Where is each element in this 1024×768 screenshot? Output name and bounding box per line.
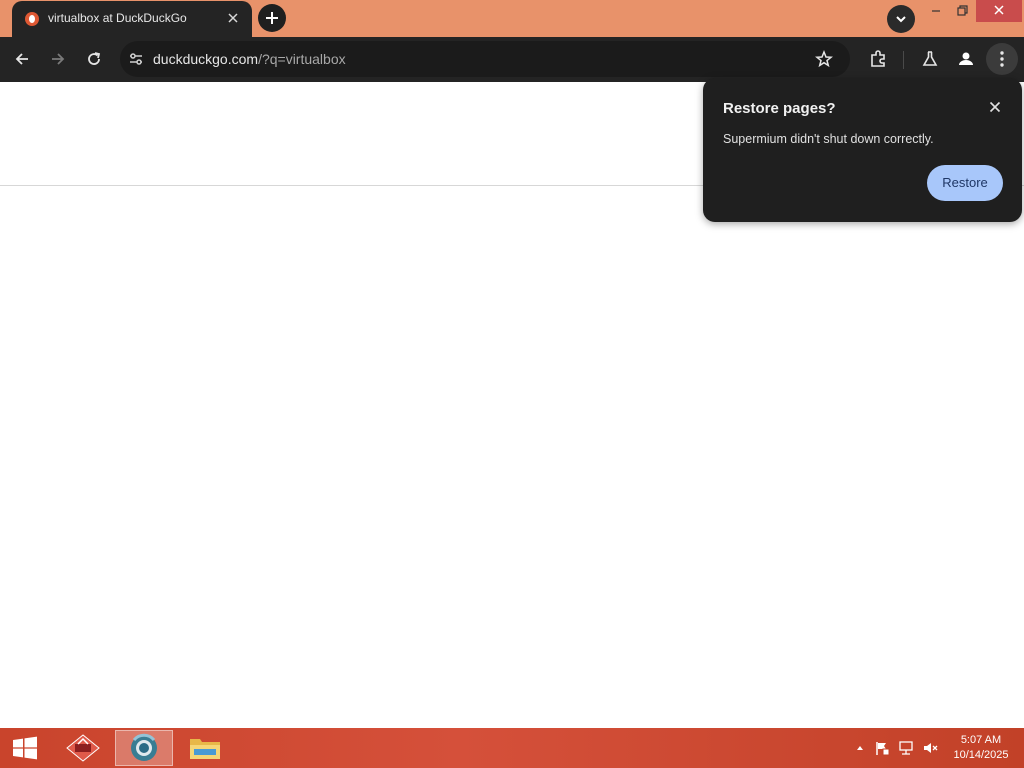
labs-flask-icon[interactable] xyxy=(916,45,944,73)
taskbar-clock[interactable]: 5:07 AM 10/14/2025 xyxy=(948,733,1014,763)
forward-button[interactable] xyxy=(44,45,72,73)
reload-button[interactable] xyxy=(80,45,108,73)
volume-muted-icon[interactable] xyxy=(922,740,938,756)
extensions-icon[interactable] xyxy=(864,45,892,73)
site-info-icon[interactable] xyxy=(127,50,145,68)
browser-title-bar: virtualbox at DuckDuckGo xyxy=(0,0,1024,37)
url-domain: duckduckgo.com xyxy=(153,51,259,67)
restore-button[interactable]: Restore xyxy=(927,165,1003,201)
browser-toolbar: duckduckgo.com/?q=virtualbox xyxy=(0,37,1024,82)
back-button[interactable] xyxy=(8,45,36,73)
profile-avatar-icon[interactable] xyxy=(952,45,980,73)
window-close-button[interactable] xyxy=(976,0,1022,22)
address-bar[interactable]: duckduckgo.com/?q=virtualbox xyxy=(120,41,850,77)
dialog-close-icon[interactable] xyxy=(986,98,1004,116)
tab-title: virtualbox at DuckDuckGo xyxy=(48,11,187,25)
action-center-flag-icon[interactable] xyxy=(874,740,890,756)
bookmark-star-icon[interactable] xyxy=(814,49,834,69)
url-path: /?q=virtualbox xyxy=(258,51,346,67)
show-hidden-icons-icon[interactable] xyxy=(852,740,868,756)
clock-time: 5:07 AM xyxy=(960,734,1002,746)
new-tab-button[interactable] xyxy=(258,4,286,32)
tab-close-icon[interactable] xyxy=(224,9,242,27)
windows-taskbar: 5:07 AM 10/14/2025 xyxy=(0,728,1024,768)
clock-date: 10/14/2025 xyxy=(953,749,1009,761)
taskbar-supermium-browser[interactable] xyxy=(115,730,173,766)
duckduckgo-favicon-icon xyxy=(25,12,39,26)
start-button[interactable] xyxy=(0,730,50,766)
restore-down-button[interactable] xyxy=(946,0,978,22)
tab-search-button[interactable] xyxy=(887,5,915,33)
taskbar-app-icon[interactable] xyxy=(54,730,112,766)
browser-menu-button[interactable] xyxy=(986,43,1018,75)
network-icon[interactable] xyxy=(898,740,914,756)
taskbar-file-explorer[interactable] xyxy=(176,730,234,766)
dialog-message: Supermium didn't shut down correctly. xyxy=(723,132,934,146)
restore-pages-dialog: Restore pages? Supermium didn't shut dow… xyxy=(703,78,1022,222)
toolbar-separator xyxy=(903,51,904,69)
tab-duckduckgo[interactable]: virtualbox at DuckDuckGo xyxy=(12,1,252,37)
dialog-title: Restore pages? xyxy=(723,100,836,117)
url-text: duckduckgo.com/?q=virtualbox xyxy=(153,51,346,67)
